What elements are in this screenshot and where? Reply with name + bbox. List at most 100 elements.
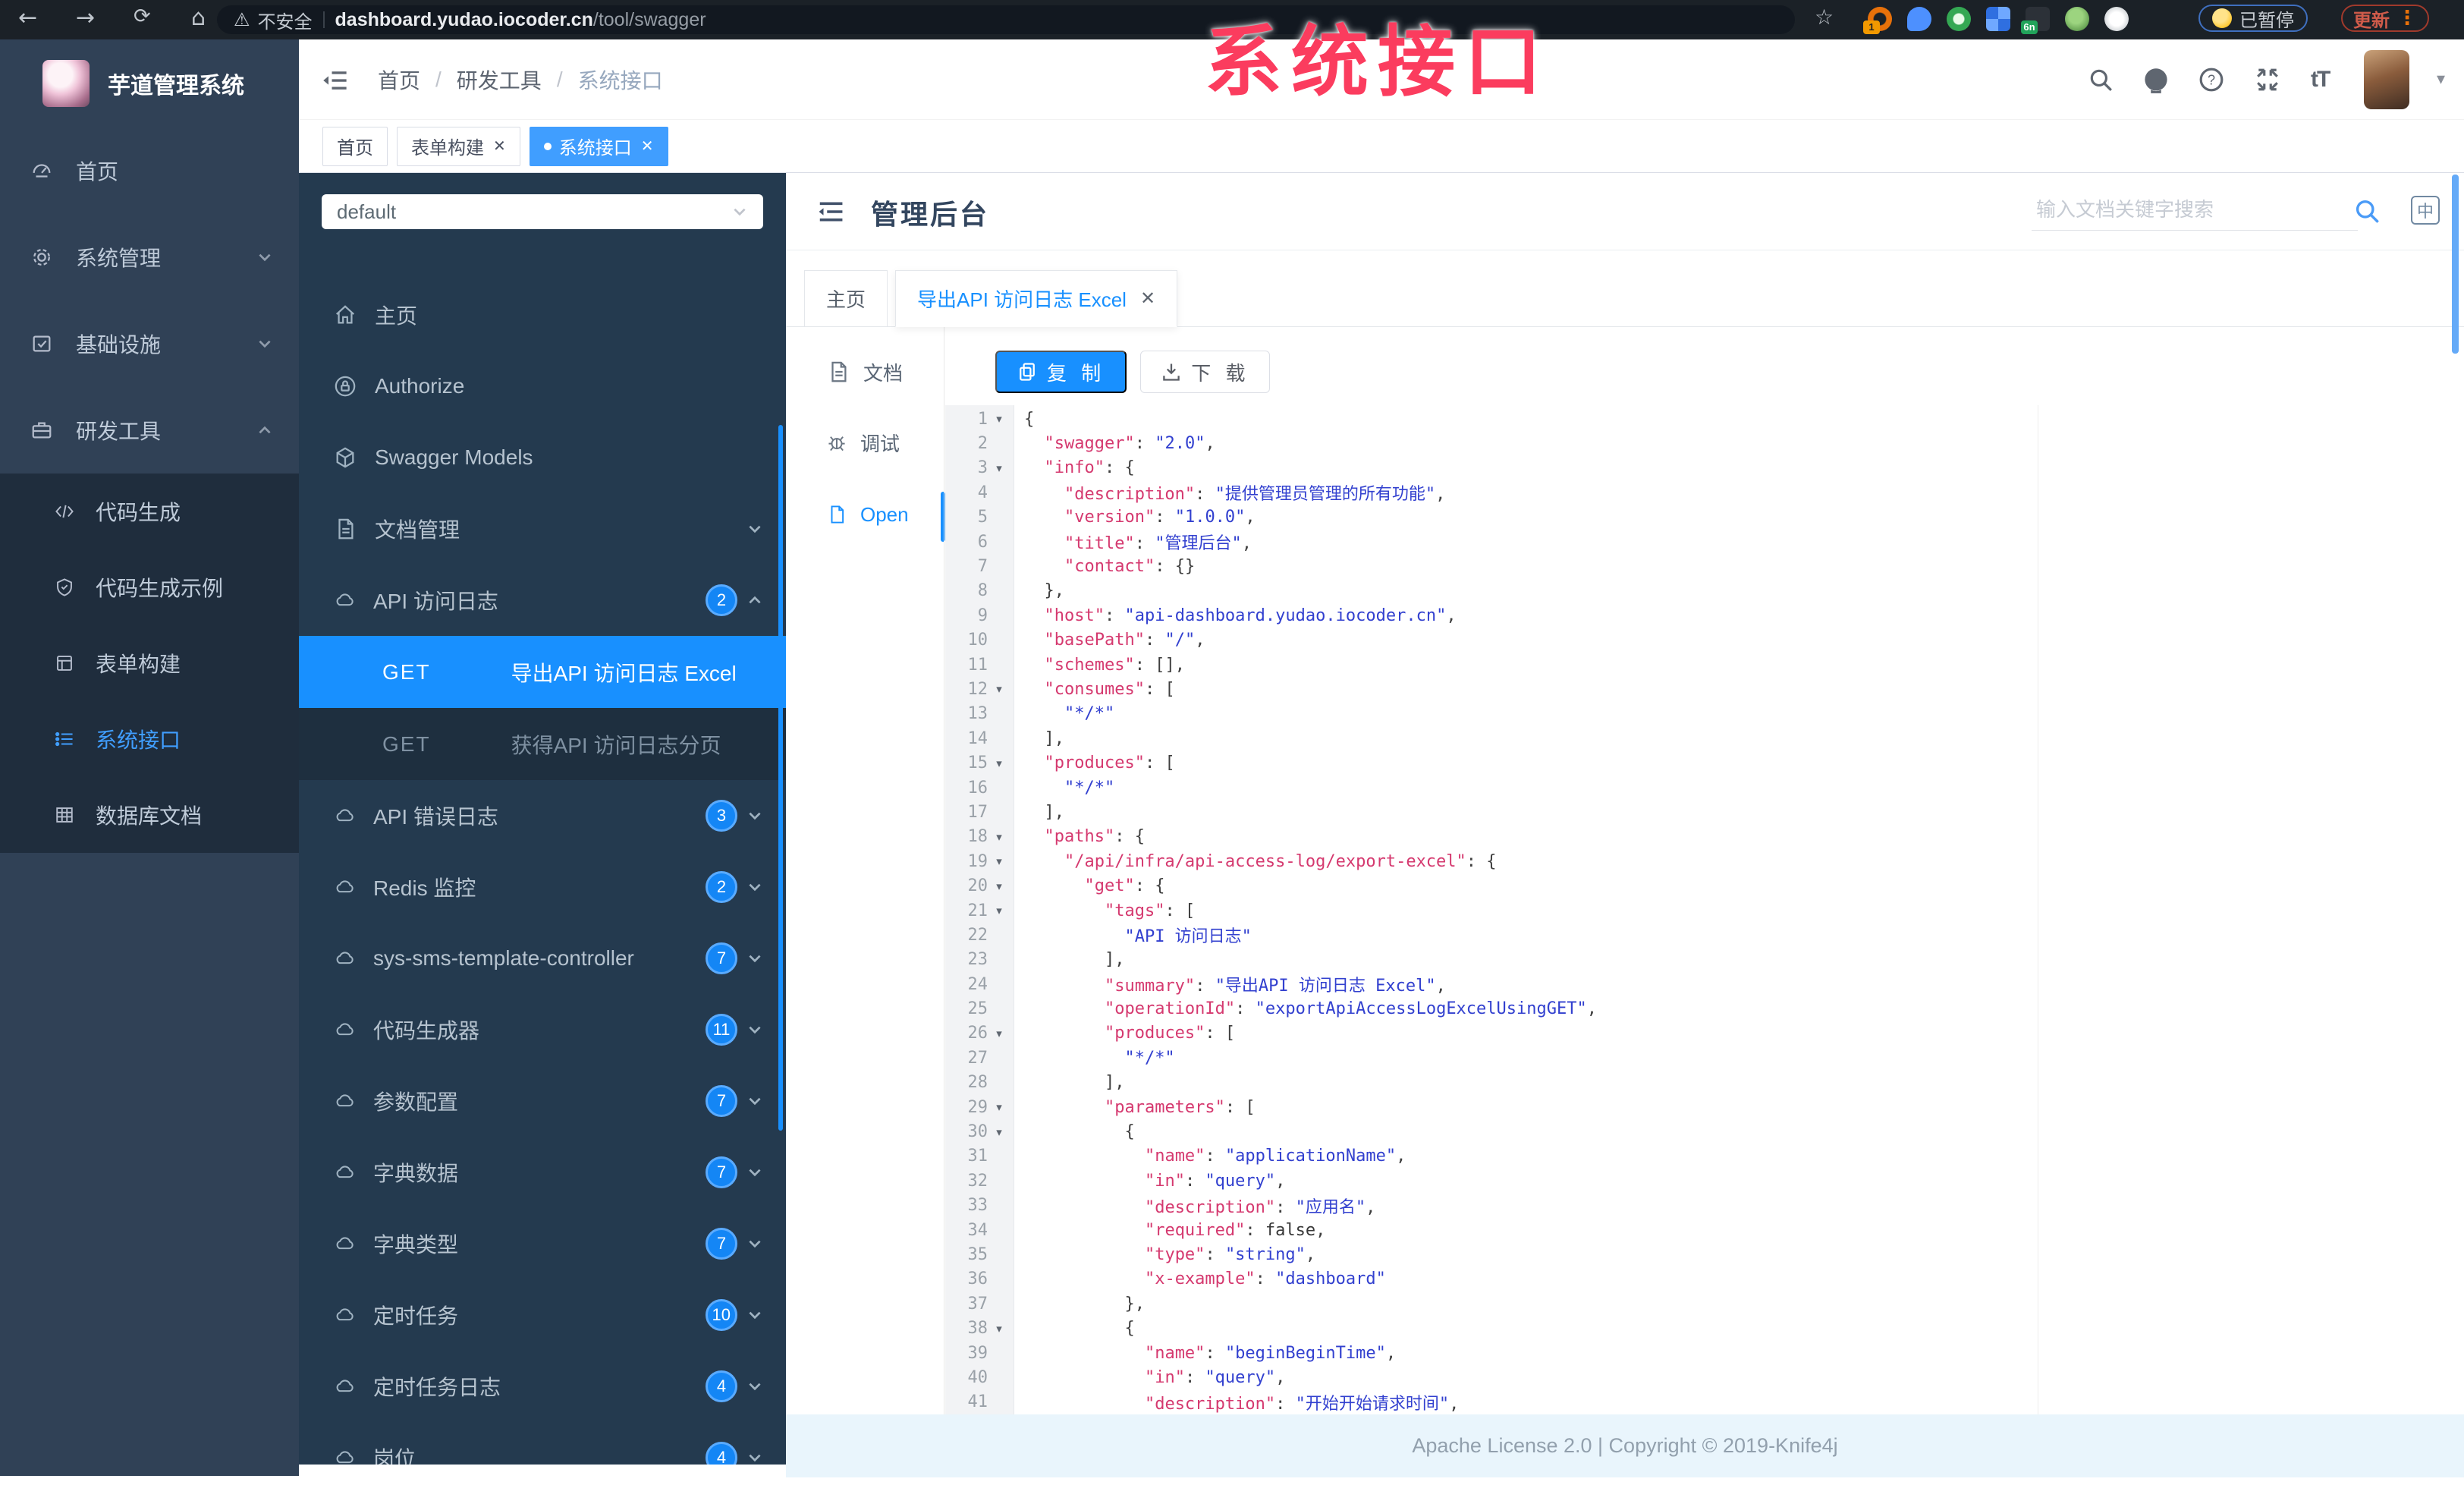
sidebar-item-home[interactable]: 首页 (0, 127, 299, 214)
fold-caret-icon[interactable]: ▾ (988, 1322, 1010, 1336)
group-select[interactable]: default (322, 194, 763, 229)
line-number: 37 (967, 1294, 988, 1314)
help-icon[interactable]: ? (2198, 67, 2224, 93)
fold-caret-icon[interactable]: ▾ (988, 1027, 1010, 1040)
sidebar-subitem-form-builder[interactable]: 表单构建 (0, 625, 299, 701)
knife4j-item-dict-data[interactable]: 字典数据 7 (299, 1137, 786, 1208)
line-number: 31 (967, 1147, 988, 1166)
nav-item-doc[interactable]: 文档 (827, 355, 903, 389)
nav-item-open[interactable]: Open (827, 498, 909, 531)
collapse-menu-icon[interactable] (816, 197, 845, 226)
close-icon[interactable]: ✕ (1140, 288, 1155, 310)
count-badge: 7 (706, 1085, 737, 1117)
code-content: "required": false, (1144, 1220, 1326, 1240)
sidebar-subitem-db-doc[interactable]: 数据库文档 (0, 777, 299, 853)
update-button[interactable]: 更新 ⋮ (2341, 5, 2429, 32)
font-size-icon[interactable]: tT (2311, 67, 2330, 93)
knife4j-item-cron-job[interactable]: 定时任务 10 (299, 1279, 786, 1351)
doc-tab[interactable]: 主页 (804, 270, 888, 327)
tagview-tab[interactable]: 首页 (322, 126, 388, 166)
sidebar-fold-icon[interactable] (322, 67, 349, 94)
doc-tab[interactable]: 导出API 访问日志 Excel ✕ (895, 270, 1178, 327)
fold-caret-icon[interactable]: ▾ (988, 1100, 1010, 1114)
knife4j-item-post[interactable]: 岗位 4 (299, 1422, 786, 1465)
bookmark-star-icon[interactable]: ☆ (1815, 5, 1834, 30)
fold-caret-icon[interactable]: ▾ (988, 854, 1010, 868)
close-icon[interactable]: ✕ (641, 137, 654, 156)
header-search-icon[interactable] (2088, 67, 2114, 93)
fold-caret-icon[interactable]: ▾ (988, 682, 1010, 696)
knife4j-item-param-config[interactable]: 参数配置 7 (299, 1065, 786, 1137)
extension-orange-icon[interactable]: 1 (1863, 7, 1892, 34)
fold-caret-icon[interactable]: ▾ (988, 904, 1010, 917)
chevron-down-icon (256, 335, 273, 352)
address-bar[interactable]: ⚠ 不安全 dashboard.yudao.iocoder.cn/tool/sw… (217, 5, 1795, 34)
fullscreen-icon[interactable] (2255, 67, 2280, 93)
paused-badge[interactable]: 已暂停 (2198, 5, 2308, 32)
line-number: 20 (967, 876, 988, 896)
doc-search-icon[interactable] (2353, 197, 2381, 225)
fold-caret-icon[interactable]: ▾ (988, 412, 1010, 426)
avatar[interactable] (2364, 50, 2409, 109)
footer: Apache License 2.0 | Copyright © 2019-Kn… (786, 1414, 2464, 1477)
fold-caret-icon[interactable]: ▾ (988, 879, 1010, 893)
knife4j-item-sys-sms-template-controller[interactable]: sys-sms-template-controller 7 (299, 923, 786, 994)
tagview-tab[interactable]: 表单构建 ✕ (397, 126, 520, 166)
extension-dark-icon[interactable]: 6n (2021, 7, 2050, 34)
back-icon[interactable]: ← (18, 5, 37, 31)
code-content: ], (1024, 728, 1064, 748)
code-line: 2 "swagger": "2.0", (945, 431, 2453, 455)
close-icon[interactable]: ✕ (493, 137, 506, 156)
knife4j-item-api-access-log[interactable]: API 访问日志 2 (299, 565, 786, 636)
sidebar-scrollbar[interactable] (778, 425, 783, 1131)
download-button[interactable]: 下 载 (1140, 351, 1271, 393)
language-toggle[interactable]: 中 (2411, 196, 2440, 225)
doc-search-input[interactable] (2032, 190, 2358, 231)
code-content: ], (1024, 802, 1064, 822)
fold-caret-icon[interactable]: ▾ (988, 1125, 1010, 1139)
extension-monkey-icon[interactable] (2065, 7, 2089, 31)
fold-caret-icon[interactable]: ▾ (988, 830, 1010, 844)
logo-row[interactable]: 芋道管理系统 (0, 39, 299, 127)
knife4j-item-doc-manage[interactable]: 文档管理 (299, 493, 786, 565)
knife4j-item-authorize[interactable]: Authorize (299, 351, 786, 422)
code-editor[interactable]: 1 ▾{2 "swagger": "2.0", 3 ▾ "info": {4 "des… (945, 405, 2453, 1414)
reload-icon[interactable]: ⟳ (134, 5, 151, 28)
sidebar-item-system[interactable]: 系统管理 (0, 214, 299, 300)
home-icon[interactable]: ⌂ (191, 5, 206, 31)
sidebar-subitem-system-api[interactable]: 系统接口 (0, 701, 299, 777)
api-operation-get-api-access-log-page[interactable]: GET 获得API 访问日志分页 (299, 708, 786, 780)
page-scrollbar[interactable] (2452, 175, 2459, 354)
extension-pin-icon[interactable] (1907, 7, 1931, 31)
api-operation-export-api-access-log-excel[interactable]: GET 导出API 访问日志 Excel (299, 636, 786, 708)
knife4j-item-cron-job-log[interactable]: 定时任务日志 4 (299, 1351, 786, 1422)
fold-caret-icon[interactable]: ▾ (988, 757, 1010, 770)
extension-grid-icon[interactable] (1986, 7, 2010, 31)
knife4j-item-dict-type[interactable]: 字典类型 7 (299, 1208, 786, 1279)
knife4j-item-api-error-log[interactable]: API 错误日志 3 (299, 780, 786, 851)
breadcrumb-item[interactable]: 首页 (378, 64, 420, 95)
knife4j-item-home[interactable]: 主页 (299, 279, 786, 351)
knife4j-item-swagger-models[interactable]: Swagger Models (299, 422, 786, 493)
github-icon[interactable] (2142, 67, 2170, 94)
browser-menu-icon[interactable]: ⋮ (2397, 7, 2417, 30)
code-content: "/api/infra/api-access-log/export-excel"… (1064, 851, 1497, 871)
knife4j-item-code-generator[interactable]: 代码生成器 11 (299, 994, 786, 1065)
sidebar-item-infra[interactable]: 基础设施 (0, 300, 299, 387)
avatar-caret-icon[interactable]: ▾ (2437, 70, 2445, 89)
chevron-down-icon (256, 249, 273, 266)
code-content: "host": "api-dashboard.yudao.iocoder.cn"… (1044, 606, 1457, 625)
sidebar-item-devtools[interactable]: 研发工具 (0, 387, 299, 474)
fold-caret-icon[interactable]: ▾ (988, 461, 1010, 475)
knife4j-item-label: 代码生成器 (373, 1019, 480, 1043)
forward-icon[interactable]: → (76, 5, 95, 31)
extension-green-icon[interactable] (1947, 7, 1971, 31)
breadcrumb-item[interactable]: 研发工具 (457, 64, 542, 95)
sidebar-subitem-codegen[interactable]: 代码生成 (0, 474, 299, 549)
tagview-tab[interactable]: 系统接口 ✕ (529, 126, 668, 166)
copy-button[interactable]: 复 制 (995, 351, 1127, 393)
sidebar-subitem-codegen-demo[interactable]: 代码生成示例 (0, 549, 299, 625)
knife4j-item-redis-monitor[interactable]: Redis 监控 2 (299, 851, 786, 923)
extension-flower-icon[interactable] (2104, 7, 2129, 31)
nav-item-debug[interactable]: 调试 (827, 426, 900, 459)
